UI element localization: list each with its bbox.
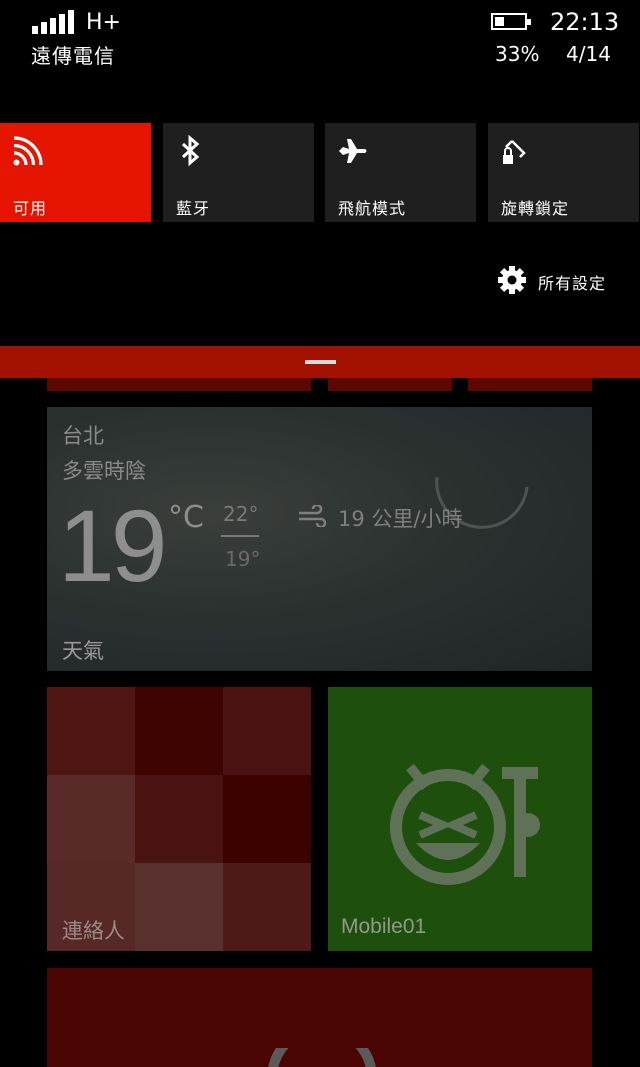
mobile01-tile-name: Mobile01: [341, 915, 427, 938]
battery-icon: [491, 13, 531, 30]
quick-action-label: 旋轉鎖定: [501, 199, 570, 218]
rotation-lock-icon: [503, 140, 526, 164]
clock-time: 22:13: [550, 8, 620, 36]
bluetooth-icon: [181, 135, 200, 167]
contacts-tile-name: 連絡人: [62, 919, 125, 943]
mobile01-logo-icon: [390, 763, 540, 885]
weather-tile-name: 天氣: [62, 639, 104, 663]
status-date: 4/14: [566, 42, 611, 66]
mobile01-tile[interactable]: [328, 687, 592, 951]
all-settings-link[interactable]: 所有設定: [498, 266, 618, 296]
tile-edge: [47, 378, 311, 391]
airplane-icon: [339, 139, 367, 163]
wind-icon: [299, 505, 327, 527]
carrier-name: 遠傳電信: [31, 44, 115, 68]
quick-action-label: 藍牙: [176, 199, 211, 218]
weather-low: 19°: [225, 547, 261, 571]
battery-percent: 33%: [495, 42, 540, 66]
weather-wind: 19 公里/小時: [338, 507, 463, 531]
tile-edge: [328, 378, 452, 391]
weather-condition: 多雲時陰: [62, 459, 146, 483]
contacts-tile[interactable]: [47, 687, 311, 951]
weather-temperature: 19: [58, 489, 167, 603]
weather-high: 22°: [223, 502, 259, 526]
tile-edge: [468, 378, 592, 391]
quick-action-wifi[interactable]: 可用: [0, 123, 151, 222]
action-center-drag-handle[interactable]: [0, 346, 640, 378]
grip-icon: [305, 360, 336, 364]
weather-unit: °C: [168, 500, 204, 535]
app-tile[interactable]: [47, 968, 592, 1067]
app-icon: [268, 1048, 376, 1067]
gear-icon: [498, 266, 526, 294]
quick-action-label: 可用: [13, 199, 48, 218]
wifi-icon: [13, 136, 43, 166]
signal-strength-icon: [32, 10, 74, 34]
network-type: H+: [86, 10, 121, 35]
quick-action-rotation-lock[interactable]: 旋轉鎖定: [488, 123, 639, 222]
all-settings-label: 所有設定: [538, 274, 607, 293]
weather-city: 台北: [62, 424, 104, 448]
quick-action-label: 飛航模式: [338, 199, 407, 218]
quick-action-bluetooth[interactable]: 藍牙: [163, 123, 314, 222]
quick-action-airplane-mode[interactable]: 飛航模式: [325, 123, 476, 222]
weather-divider: [221, 535, 259, 537]
